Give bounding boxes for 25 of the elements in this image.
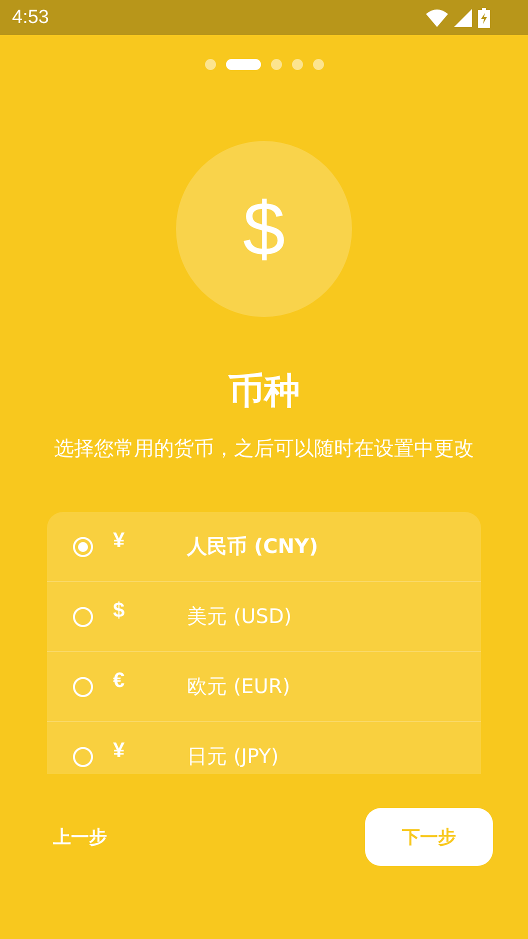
radio-button[interactable] bbox=[73, 746, 93, 766]
currency-name[interactable]: 美元 (USD) bbox=[187, 603, 292, 630]
currency-symbol: $ bbox=[113, 598, 126, 622]
page-indicator-dot[interactable] bbox=[312, 59, 324, 70]
page-indicator-dot[interactable] bbox=[204, 59, 216, 70]
next-button[interactable]: 下一步 bbox=[365, 808, 493, 866]
radio-button[interactable] bbox=[73, 606, 93, 626]
battery-icon bbox=[478, 8, 490, 28]
currency-symbol: € bbox=[113, 668, 126, 692]
radio-button[interactable] bbox=[73, 536, 93, 556]
currency-symbol: ¥ bbox=[113, 738, 126, 762]
status-time: 4:53 bbox=[12, 6, 49, 28]
radio-button[interactable] bbox=[73, 676, 93, 696]
page-subtitle: 选择您常用的货币，之后可以随时在设置中更改 bbox=[53, 435, 475, 462]
page-title: 币种 bbox=[227, 370, 301, 414]
currency-symbol-badge: $ bbox=[176, 141, 352, 317]
signal-icon bbox=[454, 8, 472, 26]
currency-symbol: ¥ bbox=[113, 528, 126, 552]
currency-name[interactable]: 人民币 (CNY) bbox=[187, 533, 318, 560]
wifi-icon bbox=[426, 8, 448, 26]
page-indicator-dot[interactable] bbox=[292, 59, 302, 70]
page-indicator-dot[interactable] bbox=[270, 59, 282, 70]
currency-name[interactable]: 日元 (JPY) bbox=[187, 743, 279, 770]
back-button[interactable]: 上一步 bbox=[36, 815, 124, 859]
currency-name[interactable]: 欧元 (EUR) bbox=[187, 673, 290, 700]
